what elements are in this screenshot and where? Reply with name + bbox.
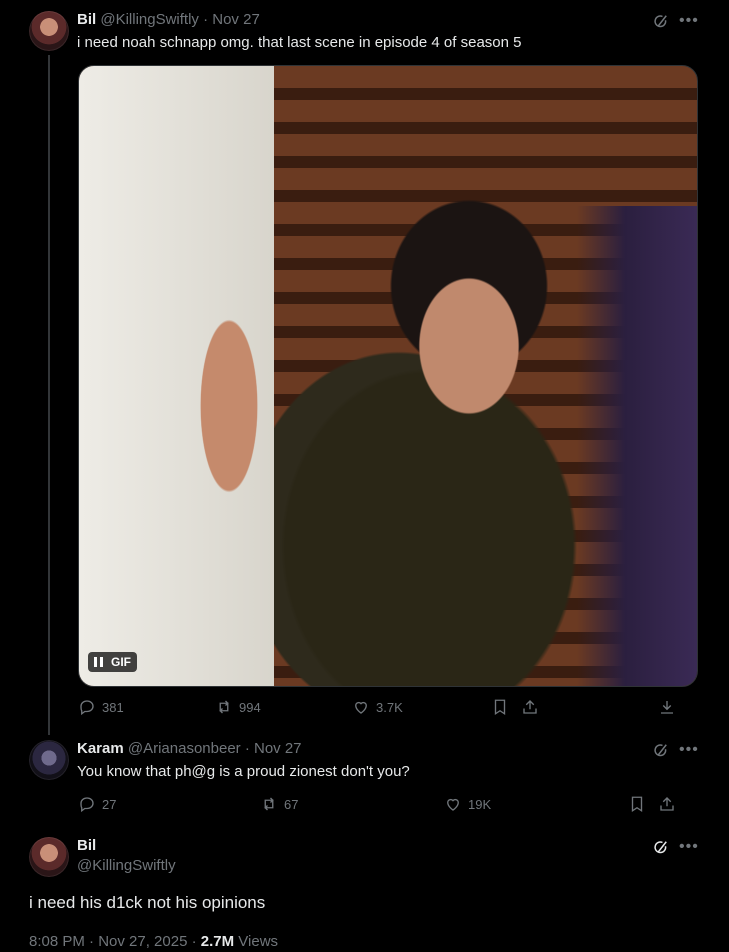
like-icon	[447, 798, 459, 811]
user-name[interactable]: Bil	[77, 11, 96, 28]
reply-count: 27	[102, 796, 117, 812]
reply-count: 381	[102, 699, 124, 715]
thread-line	[48, 55, 50, 735]
share-icon[interactable]	[519, 696, 541, 718]
repost-button[interactable]: 994	[215, 697, 261, 717]
bookmark-icon[interactable]	[626, 793, 648, 815]
repost-count: 994	[239, 699, 261, 715]
tweet-text: You know that ph@g is a proud zionest do…	[77, 763, 410, 780]
share-icon[interactable]	[656, 793, 678, 815]
gif-label: GIF	[111, 655, 131, 669]
like-button[interactable]: 3.7K	[352, 697, 403, 717]
tweet-media-gif[interactable]	[78, 65, 698, 687]
grok-icon[interactable]	[650, 739, 672, 761]
user-name[interactable]: Bil	[77, 836, 176, 856]
repost-count: 67	[284, 796, 299, 812]
like-icon	[355, 701, 367, 714]
user-meta[interactable]: @Arianasonbeer · Nov 27	[128, 740, 302, 757]
tweet-text: i need noah schnapp omg. that last scene…	[77, 34, 522, 51]
user-handle[interactable]: @KillingSwiftly	[77, 856, 176, 876]
more-icon[interactable]: •••	[679, 839, 699, 855]
gif-badge[interactable]: GIF	[88, 652, 137, 672]
avatar[interactable]	[29, 837, 69, 877]
like-button[interactable]: 19K	[444, 794, 491, 814]
grok-icon[interactable]	[650, 836, 672, 858]
grok-icon[interactable]	[650, 10, 672, 32]
user-name-block: Bil @KillingSwiftly	[77, 836, 176, 876]
reply-button[interactable]: 27	[78, 794, 116, 814]
tweet-header: Karam @Arianasonbeer · Nov 27	[77, 739, 302, 759]
user-meta[interactable]: @KillingSwiftly · Nov 27	[100, 11, 259, 28]
tweet-header: Bil @KillingSwiftly · Nov 27	[77, 10, 260, 30]
avatar[interactable]	[29, 740, 69, 780]
reply-icon	[80, 797, 94, 813]
user-name[interactable]: Karam	[77, 740, 124, 757]
bookmark-icon[interactable]	[489, 696, 511, 718]
tweet-text: i need his d1ck not his opinions	[29, 893, 266, 912]
tweet-timestamp-views: 8:08 PM · Nov 27, 2025 · 2.7M Views	[29, 932, 278, 952]
repost-button[interactable]: 67	[260, 794, 298, 814]
like-count: 3.7K	[376, 699, 403, 715]
avatar[interactable]	[29, 11, 69, 51]
reply-icon	[80, 700, 94, 716]
more-icon[interactable]: •••	[679, 13, 699, 29]
download-icon[interactable]	[656, 696, 678, 718]
more-icon[interactable]: •••	[679, 742, 699, 758]
reply-button[interactable]: 381	[78, 697, 124, 717]
repost-icon	[264, 797, 274, 811]
like-count: 19K	[468, 796, 492, 812]
repost-icon	[219, 700, 229, 714]
media-figure	[199, 146, 619, 686]
pause-icon[interactable]	[94, 657, 103, 667]
